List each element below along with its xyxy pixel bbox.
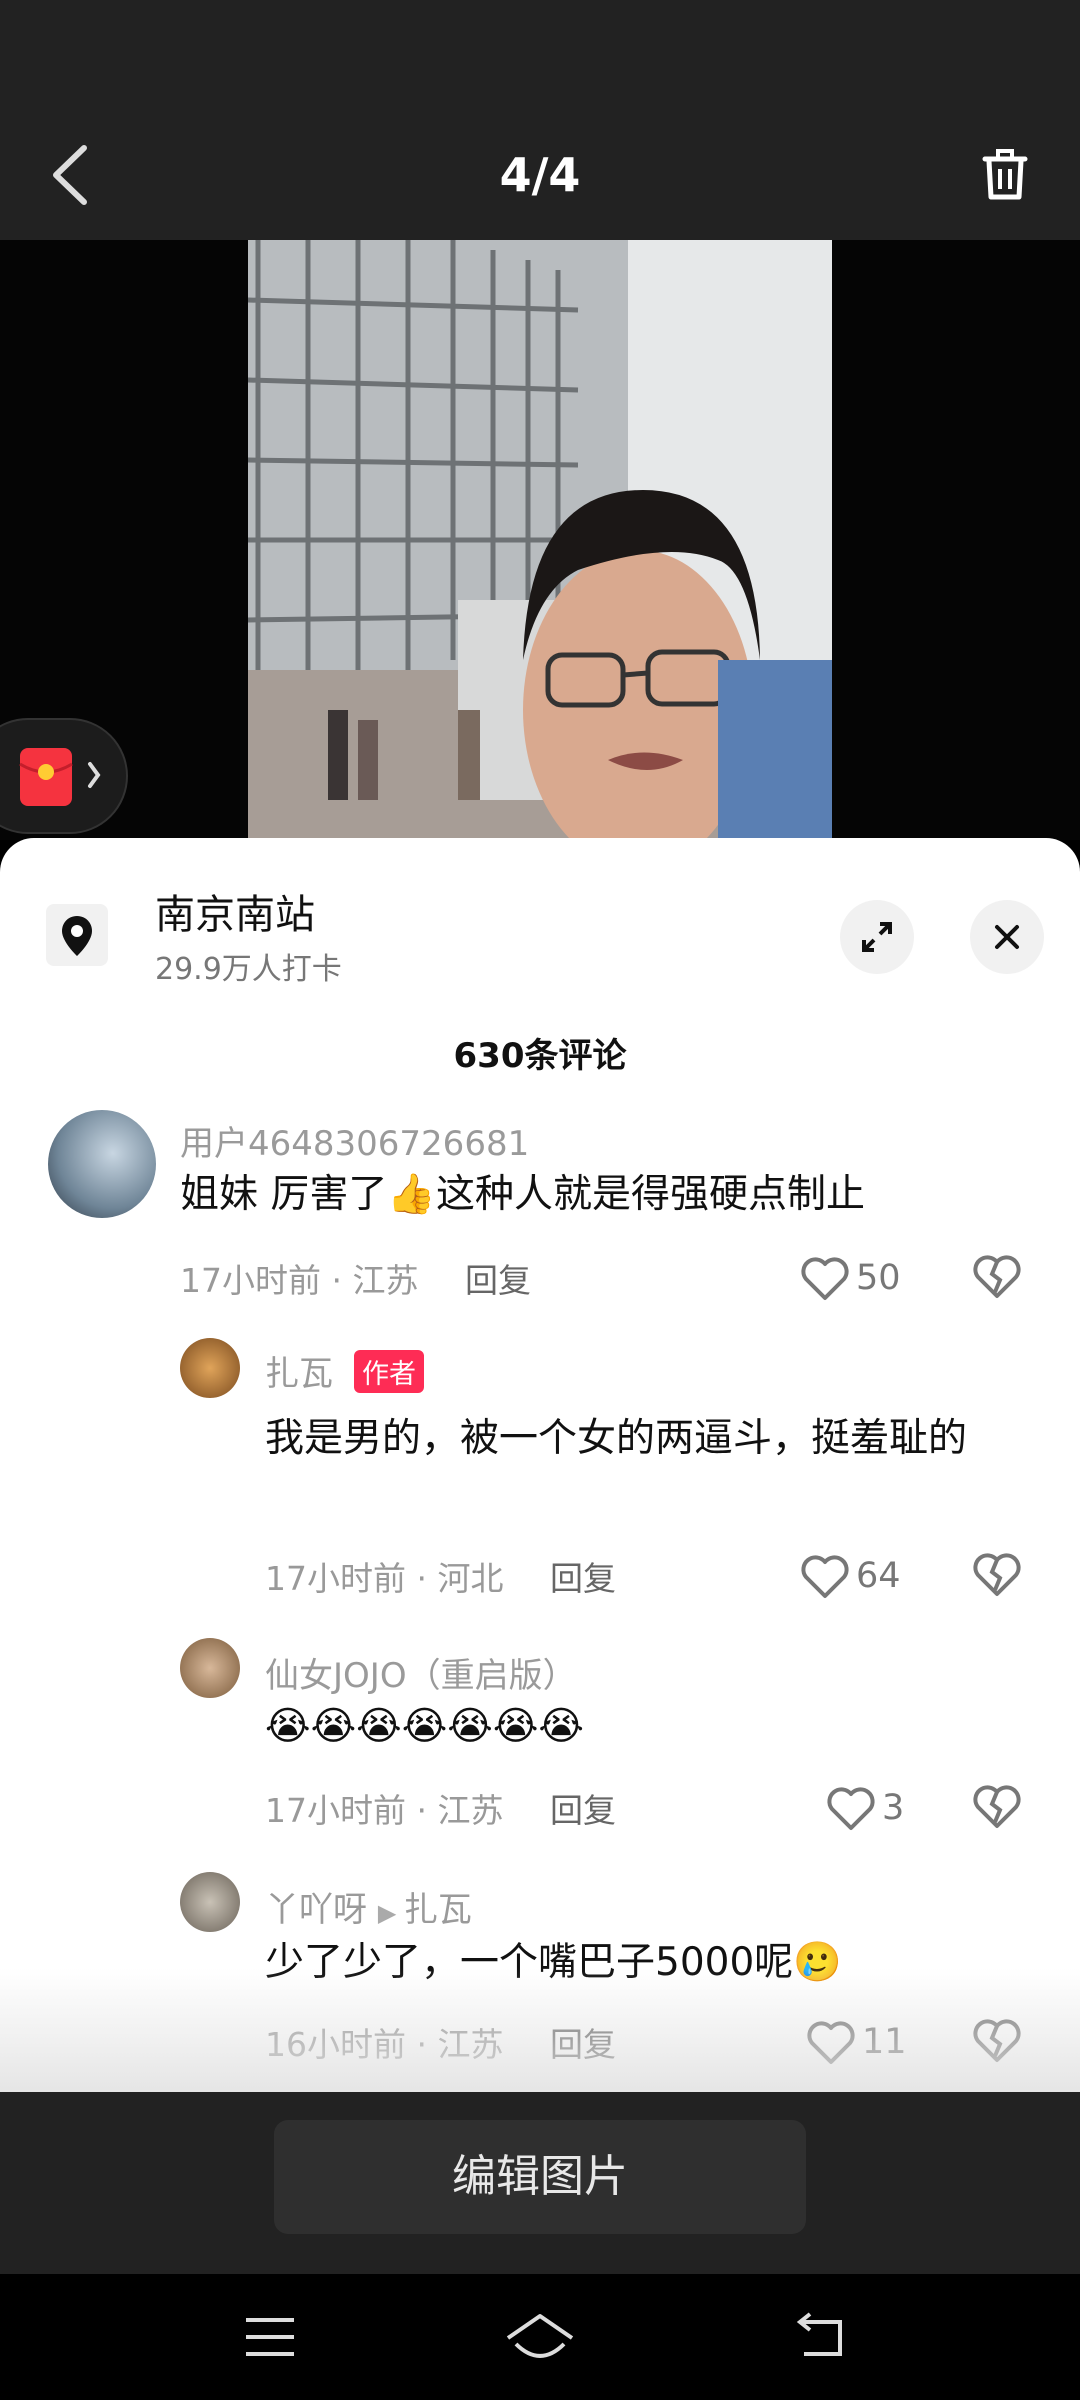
comment-location: 江苏 — [437, 2025, 504, 2064]
comment-text: 我是男的，被一个女的两逼斗，挺羞耻的 — [265, 1416, 968, 1461]
avatar[interactable] — [180, 1338, 240, 1398]
like-button[interactable]: 64 — [800, 1548, 910, 1604]
comment-location: 河北 — [437, 1559, 504, 1598]
edit-bar: 编辑图片 — [0, 2092, 1080, 2274]
comment-text: 😭😭😭😭😭😭😭 — [265, 1704, 584, 1749]
avatar[interactable] — [180, 1872, 240, 1932]
reply-target-username[interactable]: 扎瓦 — [404, 1890, 472, 1930]
like-count: 11 — [862, 2022, 907, 2062]
dislike-button[interactable] — [972, 1782, 1026, 1836]
comment-time: 16小时前 — [265, 2025, 406, 2064]
dot-separator: · — [331, 1261, 353, 1300]
comment-meta: 17小时前 · 江苏 回复 — [180, 1254, 531, 1302]
image-counter: 4/4 — [499, 148, 581, 202]
comment-time: 17小时前 — [265, 1791, 406, 1830]
red-envelope-icon — [19, 748, 101, 806]
location-pin-icon — [46, 904, 108, 966]
comment-count: 630条评论 — [453, 1036, 627, 1076]
dot-separator: · — [416, 2025, 438, 2064]
home-icon[interactable] — [502, 2308, 578, 2364]
comment-username-with-reply-target: 丫吖呀 ▶ 扎瓦 — [265, 1882, 472, 1931]
like-count: 50 — [856, 1258, 901, 1298]
comment-username[interactable]: 丫吖呀 — [265, 1890, 367, 1930]
broken-heart-icon — [973, 1255, 1021, 1298]
reply-arrow-icon: ▶ — [377, 1899, 404, 1927]
comment-username[interactable]: 扎瓦 — [265, 1346, 333, 1395]
dislike-button[interactable] — [972, 2016, 1026, 2070]
dot-separator: · — [416, 1791, 438, 1830]
comment-meta: 17小时前 · 江苏 回复 — [265, 1784, 616, 1832]
heart-icon — [801, 1257, 849, 1300]
comment-time: 17小时前 — [180, 1261, 321, 1300]
like-count: 64 — [856, 1556, 901, 1596]
comment-username[interactable]: 仙女JOJO（重启版） — [265, 1648, 577, 1697]
expand-icon — [862, 922, 892, 952]
expand-button[interactable] — [840, 900, 914, 974]
comment-text: 少了少了，一个嘴巴子5000呢🥲 — [265, 1940, 842, 1985]
comment-location: 江苏 — [352, 1261, 419, 1300]
broken-heart-icon — [973, 2019, 1021, 2062]
dot-separator: · — [416, 1559, 438, 1598]
reply-button[interactable]: 回复 — [550, 1791, 616, 1830]
close-icon — [995, 925, 1019, 949]
comment-username[interactable]: 用户4648306726681 — [180, 1116, 529, 1165]
photo[interactable] — [248, 240, 832, 840]
heart-icon — [807, 2021, 855, 2064]
dislike-button[interactable] — [972, 1550, 1026, 1604]
heart-icon — [827, 1787, 875, 1830]
reply-button[interactable]: 回复 — [550, 1559, 616, 1598]
red-packet-floating-button[interactable] — [0, 718, 128, 834]
menu-icon[interactable] — [240, 2312, 300, 2362]
like-count: 3 — [882, 1788, 905, 1828]
comment-time: 17小时前 — [265, 1559, 406, 1598]
author-badge: 作者 — [354, 1350, 424, 1393]
close-button[interactable] — [970, 900, 1044, 974]
system-nav-bar — [0, 2274, 1080, 2400]
dislike-button[interactable] — [972, 1252, 1026, 1306]
comment-location: 江苏 — [437, 1791, 504, 1830]
comment-meta: 17小时前 · 河北 回复 — [265, 1552, 616, 1600]
comment-text: 姐妹 厉害了👍这种人就是得强硬点制止 — [180, 1172, 865, 1217]
reply-button[interactable]: 回复 — [465, 1261, 531, 1300]
delete-button[interactable] — [975, 145, 1035, 205]
heart-icon — [801, 1555, 849, 1598]
location-checkins: 29.9万人打卡 — [155, 952, 342, 987]
comment-meta: 16小时前 · 江苏 回复 — [265, 2018, 616, 2066]
station-selfie-illustration — [248, 240, 832, 840]
location-name[interactable]: 南京南站 — [155, 882, 315, 940]
like-button[interactable]: 3 — [826, 1780, 936, 1836]
back-nav-icon[interactable] — [790, 2310, 854, 2364]
reply-button[interactable]: 回复 — [550, 2025, 616, 2064]
viewer-top-bar: 4/4 — [0, 0, 1080, 240]
broken-heart-icon — [973, 1785, 1021, 1828]
like-button[interactable]: 11 — [806, 2014, 916, 2070]
edit-image-button[interactable]: 编辑图片 — [274, 2120, 806, 2234]
trash-icon — [982, 149, 1028, 200]
photo-area — [0, 240, 1080, 840]
comment-sheet: 南京南站 29.9万人打卡 630条评论 用户4648306726681 姐妹 … — [0, 838, 1080, 2092]
avatar[interactable] — [180, 1638, 240, 1698]
broken-heart-icon — [973, 1553, 1021, 1596]
avatar[interactable] — [48, 1110, 156, 1218]
like-button[interactable]: 50 — [800, 1250, 910, 1306]
